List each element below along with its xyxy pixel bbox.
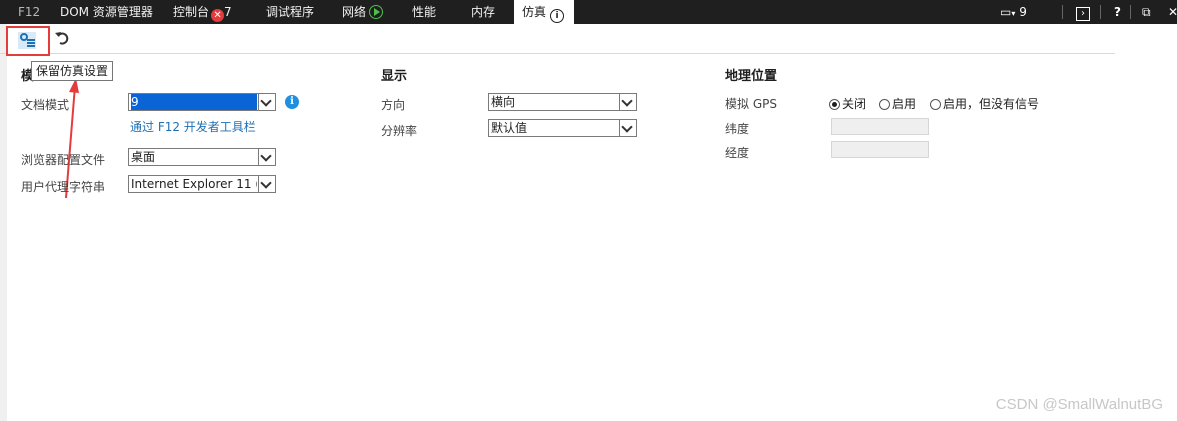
tab-f12[interactable]: F12 [18,0,40,24]
orientation-label: 方向 [381,98,406,112]
longitude-label: 经度 [725,146,750,160]
divider [1130,5,1131,19]
ua-select[interactable]: Internet Explorer 11 (默认 [128,175,276,193]
resolution-label: 分辨率 [381,124,418,138]
chevron-down-icon [258,94,275,110]
play-icon [369,5,384,19]
tab-debugger[interactable]: 调试程序 [266,0,314,24]
orientation-value: 横向 [491,95,516,109]
tab-memory[interactable]: 内存 [471,0,495,24]
doc-mode-value: 9 [131,94,257,110]
divider [1062,5,1063,19]
ua-value: Internet Explorer 11 (默认 [131,177,257,191]
radio-checked-icon [829,99,840,110]
tab-console[interactable]: 控制台 ✕ 7 [173,0,232,24]
chevron-down-icon [258,149,275,165]
chevron-down-icon [258,176,275,192]
gps-radio-no-signal[interactable]: 启用，但没有信号 [930,95,1039,112]
geo-section-title: 地理位置 [725,69,778,84]
gps-radio-on[interactable]: 启用 [879,95,916,112]
tab-emulation-label: 仿真 [522,5,547,19]
gps-option-off: 关闭 [842,97,867,111]
help-button[interactable]: ? [1114,0,1121,24]
tab-performance[interactable]: 性能 [412,0,436,24]
radio-icon [930,99,941,110]
doc-mode-select[interactable]: 9 [128,93,276,111]
tooltip: 保留仿真设置 [31,61,114,81]
radio-icon [879,99,890,110]
tab-console-label: 控制台 [173,5,210,19]
ua-label: 用户代理字符串 [21,180,106,194]
gps-option-no-signal: 启用，但没有信号 [943,97,1040,111]
doc-mode-label: 文档模式 [21,98,70,112]
undock-icon[interactable]: ⧉ [1142,0,1151,24]
reset-icon[interactable] [54,30,70,46]
persist-emulation-button[interactable] [6,26,50,56]
tab-emulation[interactable]: 仿真 i [514,0,575,24]
doc-mode-link[interactable]: 通过 F12 开发者工具栏 [130,118,256,135]
chevron-down-icon [619,94,636,110]
dropdown-arrow-icon: ▾ [1011,9,1016,18]
info-icon: i [550,9,565,23]
gps-option-on: 启用 [892,97,917,111]
gps-radio-off[interactable]: 关闭 [829,95,866,112]
persist-settings-icon [18,32,36,49]
resolution-value: 默认值 [491,121,528,135]
info-icon[interactable]: i [285,95,299,109]
target-selector[interactable]: ▭▾ 9 [1000,0,1027,24]
gps-label: 模拟 GPS [725,97,777,111]
tab-network-label: 网络 [342,5,367,19]
browser-profile-label: 浏览器配置文件 [21,153,106,167]
longitude-input[interactable] [831,141,929,158]
error-count: 7 [224,5,232,19]
monitor-icon: ▭ [1000,5,1012,19]
watermark: CSDN @SmallWalnutBG [995,396,1163,413]
resolution-select[interactable]: 默认值 [488,119,637,137]
target-count: 9 [1019,5,1027,19]
divider [1100,5,1101,19]
emulation-toolbar [0,24,1115,54]
browser-profile-select[interactable]: 桌面 [128,148,276,166]
tab-dom-explorer[interactable]: DOM 资源管理器 [60,0,153,24]
latitude-input[interactable] [831,118,929,135]
chevron-down-icon [619,120,636,136]
display-section-title: 显示 [381,69,408,84]
latitude-label: 纬度 [725,122,750,136]
tab-network[interactable]: 网络 [342,0,384,24]
error-icon: ✕ [211,9,225,22]
browser-profile-value: 桌面 [131,150,156,164]
devtools-tabbar: F12 DOM 资源管理器 控制台 ✕ 7 调试程序 网络 性能 内存 仿真 i ▭▾… [0,0,1177,24]
orientation-select[interactable]: 横向 [488,93,637,111]
console-toggle-icon[interactable]: › [1076,0,1090,24]
left-edge [0,24,7,421]
close-icon[interactable]: ✕ [1168,0,1177,24]
